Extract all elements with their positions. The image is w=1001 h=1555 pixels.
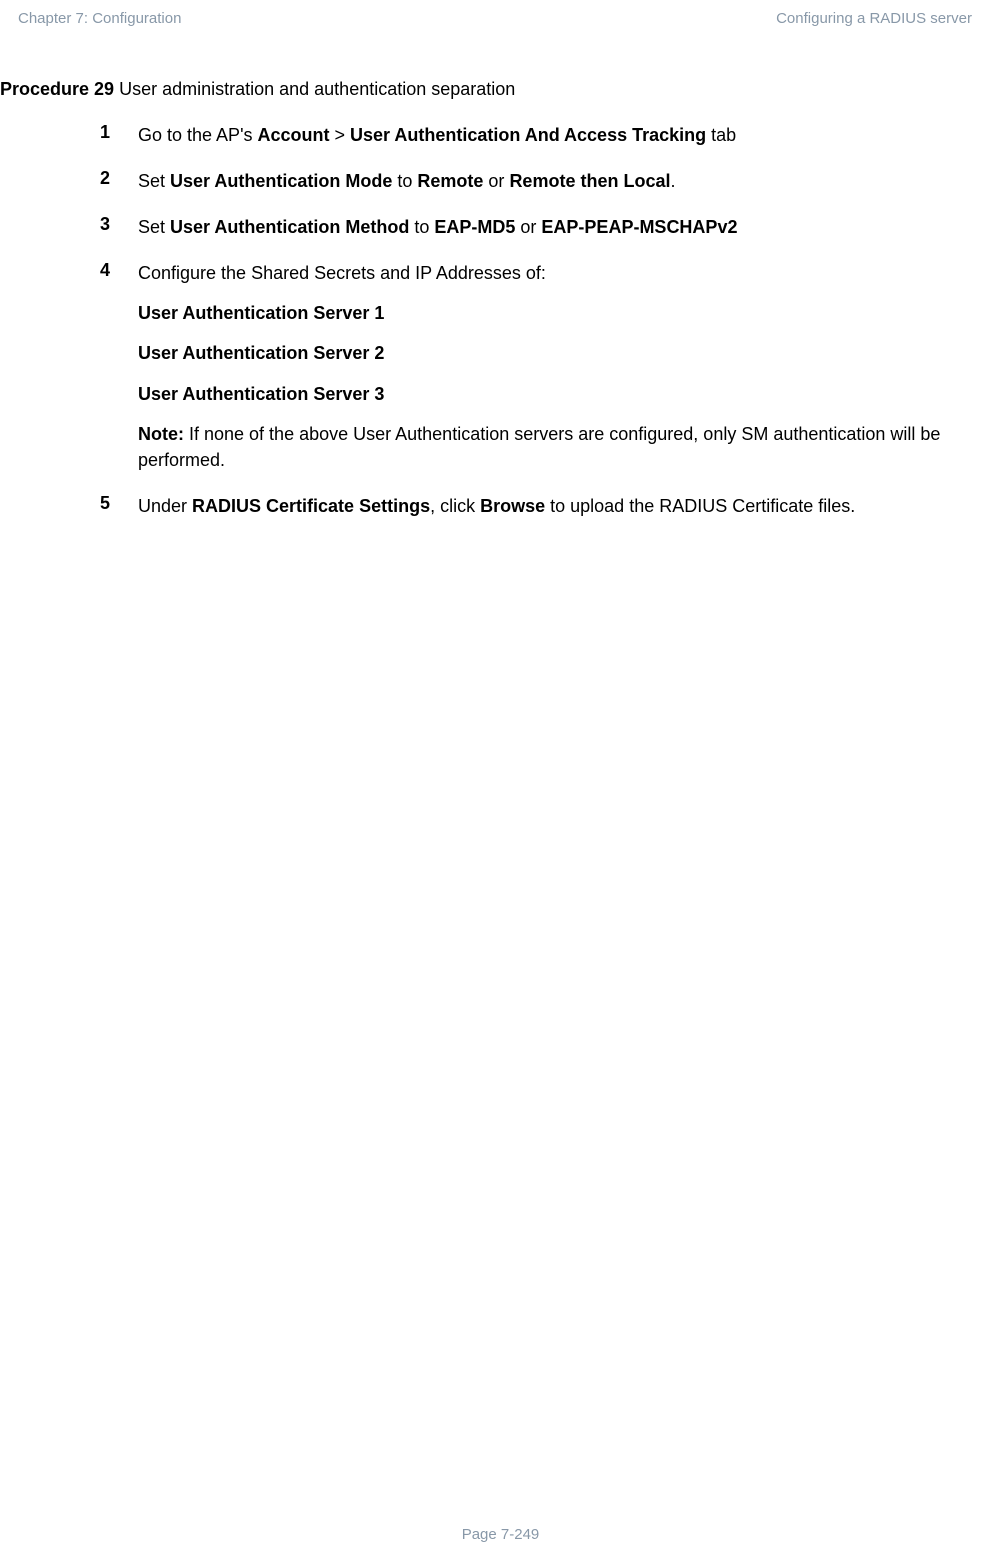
text: Set — [138, 217, 170, 237]
step-1: 1 Go to the AP's Account > User Authenti… — [100, 122, 986, 148]
text-bold: User Authentication Method — [170, 217, 409, 237]
step-body: Go to the AP's Account > User Authentica… — [138, 122, 746, 148]
step-body: Set User Authentication Method to EAP-MD… — [138, 214, 747, 240]
text-bold: EAP-PEAP-MSCHAPv2 — [541, 217, 737, 237]
step-2: 2 Set User Authentication Mode to Remote… — [100, 168, 986, 194]
header-chapter: Chapter 7: Configuration — [18, 10, 181, 27]
page-content: Procedure 29 User administration and aut… — [0, 27, 986, 519]
step-body: Set User Authentication Mode to Remote o… — [138, 168, 685, 194]
text: . — [670, 171, 675, 191]
text: to — [409, 217, 434, 237]
procedure-title: Procedure 29 User administration and aut… — [0, 79, 986, 100]
page-header: Chapter 7: Configuration Configuring a R… — [0, 10, 986, 27]
note-text: If none of the above User Authentication… — [138, 424, 940, 470]
text: tab — [706, 125, 736, 145]
text-bold: User Authentication Server 1 — [138, 300, 976, 326]
text: Go to the AP's — [138, 125, 258, 145]
text: Set — [138, 171, 170, 191]
page-footer: Page 7-249 — [0, 1526, 1001, 1543]
text-bold: Remote — [417, 171, 483, 191]
text: or — [515, 217, 541, 237]
text-bold: Remote then Local — [509, 171, 670, 191]
step-number: 2 — [100, 168, 138, 194]
text-bold: User Authentication Server 2 — [138, 340, 976, 366]
text-bold: EAP-MD5 — [434, 217, 515, 237]
procedure-label: Procedure 29 — [0, 79, 114, 99]
step-5: 5 Under RADIUS Certificate Settings, cli… — [100, 493, 986, 519]
text: > — [330, 125, 351, 145]
note-label: Note: — [138, 424, 184, 444]
step-number: 5 — [100, 493, 138, 519]
text-bold: User Authentication Server 3 — [138, 381, 976, 407]
text: , click — [430, 496, 480, 516]
step-body: Configure the Shared Secrets and IP Addr… — [138, 260, 986, 473]
text: or — [483, 171, 509, 191]
step-number: 3 — [100, 214, 138, 240]
step-4: 4 Configure the Shared Secrets and IP Ad… — [100, 260, 986, 473]
text-bold: RADIUS Certificate Settings — [192, 496, 430, 516]
procedure-name: User administration and authentication s… — [114, 79, 515, 99]
text-bold: Account — [258, 125, 330, 145]
step-3: 3 Set User Authentication Method to EAP-… — [100, 214, 986, 240]
header-section: Configuring a RADIUS server — [776, 10, 972, 27]
text: Configure the Shared Secrets and IP Addr… — [138, 260, 976, 286]
step-number: 4 — [100, 260, 138, 473]
text-bold: Browse — [480, 496, 545, 516]
text: to upload the RADIUS Certificate files. — [545, 496, 855, 516]
text-bold: User Authentication Mode — [170, 171, 392, 191]
step-body: Under RADIUS Certificate Settings, click… — [138, 493, 865, 519]
text: Under — [138, 496, 192, 516]
step-number: 1 — [100, 122, 138, 148]
text-bold: User Authentication And Access Tracking — [350, 125, 706, 145]
text: to — [392, 171, 417, 191]
steps-list: 1 Go to the AP's Account > User Authenti… — [0, 122, 986, 519]
